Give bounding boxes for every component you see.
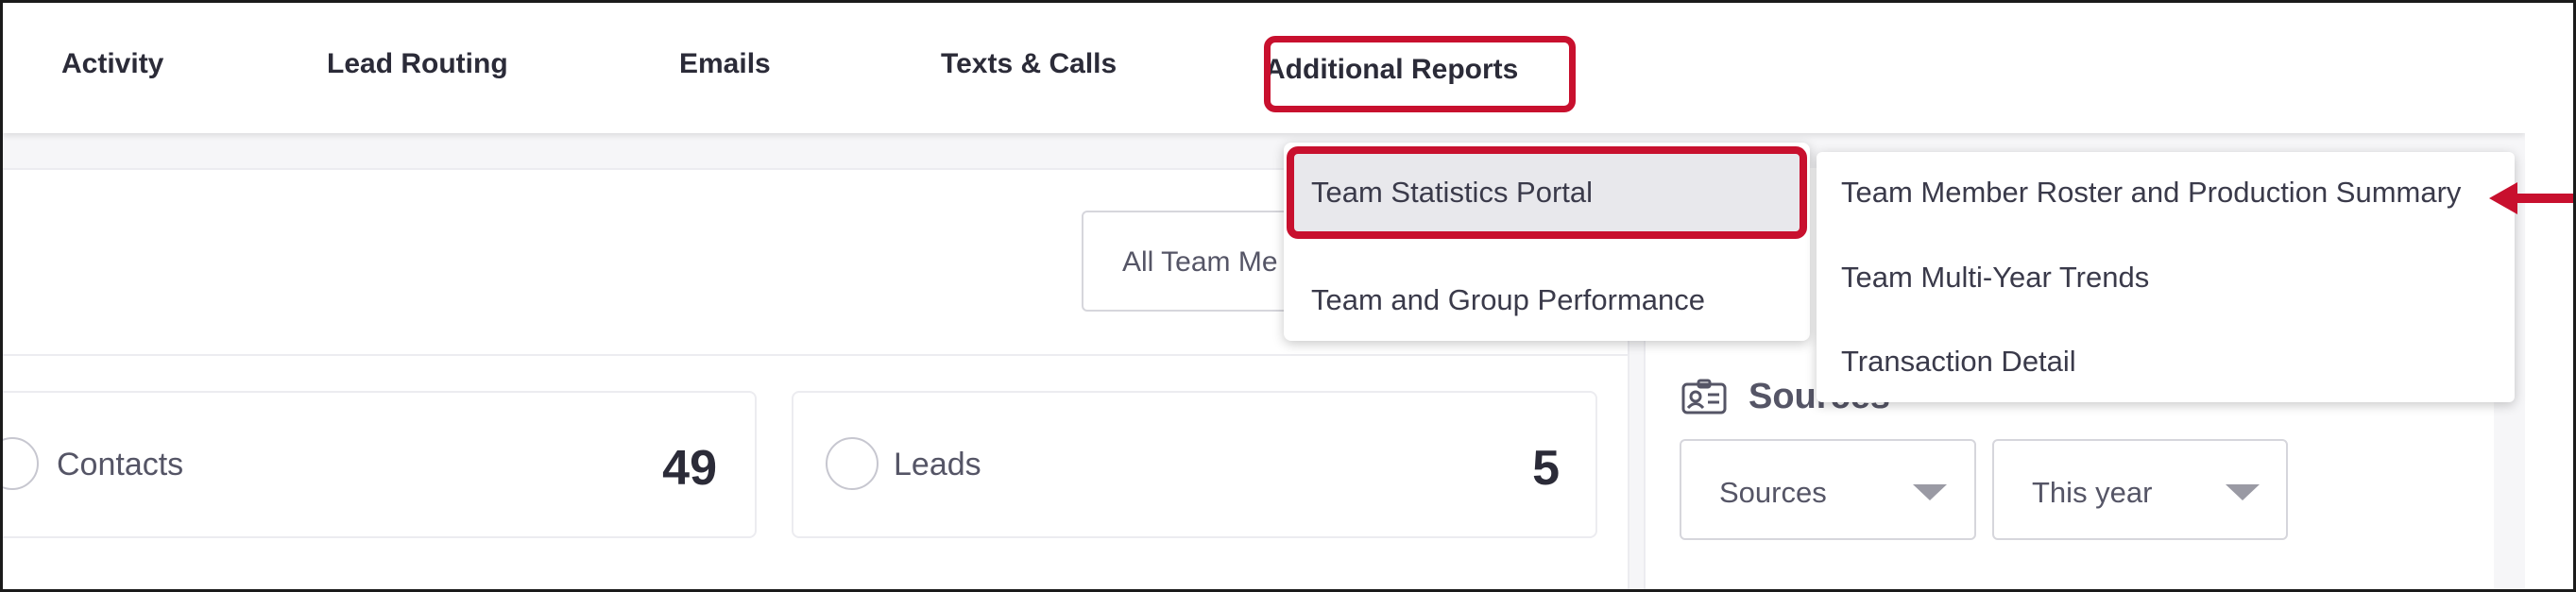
submenu-item-transaction-detail[interactable]: Transaction Detail [1841,345,2076,379]
sources-select[interactable]: Sources [1680,439,1976,540]
contacts-circle-icon [3,437,39,490]
team-member-select-value: All Team Me [1122,246,1278,278]
submenu-item-multi-year-trends[interactable]: Team Multi-Year Trends [1841,261,2149,295]
stat-card-contacts[interactable]: Contacts 49 [3,391,757,538]
nav-item-texts-calls[interactable]: Texts & Calls [941,48,1117,80]
leads-circle-icon [826,437,879,490]
page-right-margin [2525,3,2573,589]
highlight-box-team-statistics-portal [1287,146,1807,239]
sources-select-value: Sources [1719,476,1827,509]
submenu-item-roster-production-summary[interactable]: Team Member Roster and Production Summar… [1841,176,2461,210]
chevron-down-icon [1913,484,1947,500]
contact-card-icon [1681,379,1727,414]
stat-value-leads: 5 [1532,441,1560,496]
stat-value-contacts: 49 [662,441,717,496]
pointer-arrow-icon [2489,182,2573,214]
divider [3,354,1629,356]
stat-card-leads[interactable]: Leads 5 [792,391,1597,538]
stat-label-contacts: Contacts [57,447,184,482]
period-select-value: This year [2032,476,2153,509]
nav-item-emails[interactable]: Emails [679,48,771,80]
nav-item-lead-routing[interactable]: Lead Routing [327,48,508,80]
period-select[interactable]: This year [1992,439,2288,540]
app-frame: Activity Lead Routing Emails Texts & Cal… [0,0,2576,592]
stat-label-leads: Leads [894,447,981,482]
menu-item-team-group-performance[interactable]: Team and Group Performance [1311,283,1705,317]
chevron-down-icon [2226,484,2260,500]
highlight-box-additional-reports [1264,36,1576,112]
nav-item-activity[interactable]: Activity [61,48,163,80]
